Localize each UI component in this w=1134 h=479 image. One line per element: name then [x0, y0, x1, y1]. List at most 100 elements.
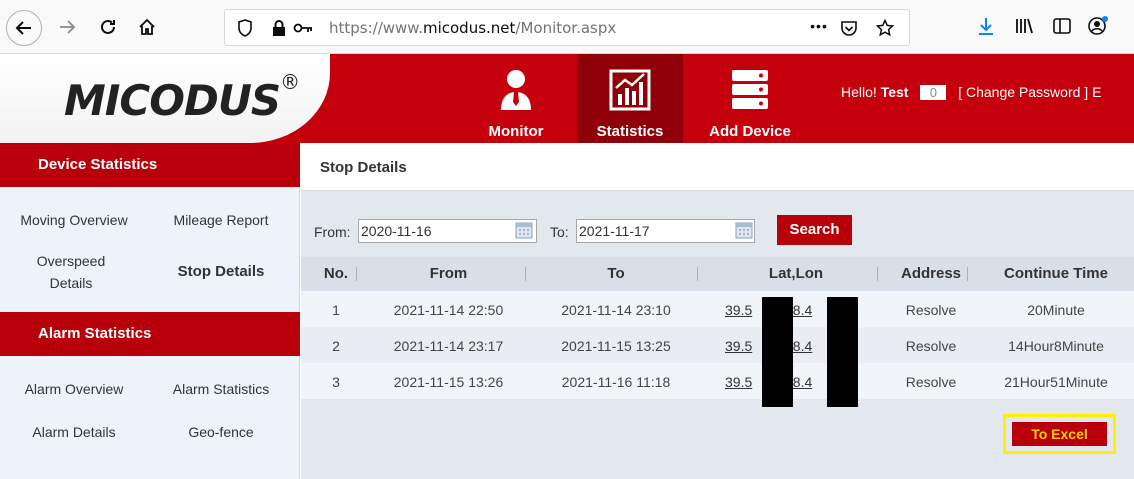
- user-greeting: Hello! Test 0 [ Change Password ] E: [841, 84, 1101, 100]
- column-header-latlon[interactable]: Lat,Lon: [701, 265, 891, 282]
- download-icon[interactable]: [974, 14, 998, 38]
- key-icon[interactable]: [291, 16, 315, 40]
- sidebar-toggle-icon[interactable]: [1050, 14, 1074, 38]
- sidebar-item-alarm-overview[interactable]: Alarm Overview: [10, 378, 138, 400]
- column-divider: [525, 267, 526, 281]
- pocket-icon[interactable]: [837, 16, 861, 40]
- micodus-logo[interactable]: MICODUS®: [64, 70, 300, 125]
- panel-title-bar: Stop Details: [301, 143, 1134, 191]
- sidebar-item-overspeed-details[interactable]: Overspeed Details: [16, 250, 126, 294]
- column-divider: [697, 267, 698, 281]
- nav-statistics[interactable]: Statistics: [577, 54, 683, 143]
- page-actions-icon[interactable]: •••: [807, 14, 831, 38]
- page-title: Stop Details: [320, 159, 407, 176]
- cell-no: 3: [332, 374, 340, 390]
- cell-from: 2021-11-14 23:17: [393, 338, 504, 354]
- cell-no: 2: [332, 338, 340, 354]
- cell-address-resolve[interactable]: Resolve: [891, 338, 971, 354]
- cell-lat: 39.5: [725, 338, 753, 354]
- export-highlight: To Excel: [1003, 414, 1116, 454]
- to-label: To:: [550, 224, 569, 240]
- cell-to: 2021-11-15 13:25: [561, 338, 671, 354]
- url-domain: micodus.net: [422, 19, 516, 37]
- account-icon[interactable]: [1086, 14, 1110, 38]
- server-icon: [732, 70, 768, 109]
- browser-toolbar: https://www.micodus.net/Monitor.aspx •••: [0, 0, 1134, 54]
- sidebar-item-alarm-statistics[interactable]: Alarm Statistics: [156, 378, 286, 400]
- cell-lat: 39.5: [725, 302, 753, 318]
- cell-no: 1: [332, 302, 340, 318]
- table-row[interactable]: 2 2021-11-14 23:17 2021-11-15 13:25 39.5…: [301, 327, 1134, 363]
- stop-details-panel: From: 2020-11-16 To: 2021-11-17 Search N…: [301, 191, 1134, 479]
- column-header-continue-time[interactable]: Continue Time: [981, 265, 1131, 282]
- to-date-input[interactable]: 2021-11-17: [576, 219, 755, 243]
- reload-button[interactable]: [93, 12, 123, 42]
- column-divider: [356, 267, 357, 281]
- url-prefix: https://www.: [329, 19, 423, 37]
- library-icon[interactable]: [1012, 14, 1036, 38]
- arrow-right-icon: [60, 20, 76, 34]
- column-header-from[interactable]: From: [371, 265, 526, 282]
- logo-registered-mark: ®: [280, 70, 300, 94]
- alarm-statistics-header[interactable]: Alarm Statistics: [0, 312, 300, 356]
- table-row[interactable]: 3 2021-11-15 13:26 2021-11-16 11:18 39.5…: [301, 363, 1134, 399]
- app-header: MICODUS® Monitor Statistics Add Device H…: [0, 54, 1134, 143]
- person-icon: [501, 70, 531, 110]
- logo-area: MICODUS®: [0, 54, 330, 143]
- sidebar: Device Statistics Moving Overview Mileag…: [0, 143, 300, 479]
- lock-icon[interactable]: [267, 16, 291, 40]
- from-label: From:: [314, 224, 351, 240]
- sidebar-item-stop-details[interactable]: Stop Details: [158, 261, 284, 283]
- cell-address-resolve[interactable]: Resolve: [891, 374, 971, 390]
- logo-text: MICODUS: [64, 76, 281, 125]
- nav-add-device-label: Add Device: [709, 123, 791, 140]
- sidebar-item-moving-overview[interactable]: Moving Overview: [10, 209, 138, 231]
- cell-lat: 39.5: [725, 374, 753, 390]
- address-bar[interactable]: https://www.micodus.net/Monitor.aspx •••: [224, 9, 910, 46]
- chart-icon: [609, 69, 651, 111]
- sidebar-item-alarm-details[interactable]: Alarm Details: [10, 421, 138, 443]
- url-text: https://www.micodus.net/Monitor.aspx: [329, 19, 616, 37]
- column-divider: [877, 267, 878, 281]
- search-button[interactable]: Search: [777, 215, 852, 245]
- forward-button[interactable]: [52, 12, 82, 42]
- nav-monitor-label: Monitor: [488, 123, 544, 140]
- cell-continue-time: 14Hour8Minute: [1008, 338, 1104, 354]
- redaction-box: [827, 297, 858, 407]
- bookmark-star-icon[interactable]: [873, 16, 897, 40]
- message-count-badge[interactable]: 0: [920, 85, 947, 100]
- calendar-icon[interactable]: [515, 221, 533, 239]
- calendar-icon[interactable]: [735, 221, 753, 239]
- redaction-box: [762, 297, 793, 407]
- sidebar-item-geo-fence[interactable]: Geo-fence: [156, 421, 286, 443]
- cell-continue-time: 21Hour51Minute: [1004, 374, 1108, 390]
- table-row[interactable]: 1 2021-11-14 22:50 2021-11-14 23:10 39.5…: [301, 291, 1134, 327]
- reload-icon: [101, 19, 115, 34]
- shield-icon[interactable]: [233, 16, 257, 40]
- cell-to: 2021-11-14 23:10: [561, 302, 671, 318]
- to-excel-button[interactable]: To Excel: [1012, 422, 1107, 446]
- table-header: No. From To Lat,Lon Address Continue Tim…: [301, 257, 1134, 291]
- home-button[interactable]: [132, 12, 162, 42]
- column-header-address[interactable]: Address: [891, 265, 971, 282]
- change-password-link[interactable]: [ Change Password ]: [958, 84, 1088, 100]
- device-statistics-header[interactable]: Device Statistics: [0, 143, 300, 187]
- column-divider: [967, 267, 968, 281]
- sidebar-item-mileage-report[interactable]: Mileage Report: [158, 209, 284, 231]
- cell-from: 2021-11-14 22:50: [393, 302, 504, 318]
- column-header-no[interactable]: No.: [301, 265, 371, 282]
- from-date-input[interactable]: 2020-11-16: [358, 219, 537, 243]
- url-path: /Monitor.aspx: [515, 19, 617, 37]
- nav-monitor[interactable]: Monitor: [466, 54, 566, 143]
- arrow-left-icon: [15, 21, 31, 35]
- username: Test: [880, 84, 909, 100]
- cell-to: 2021-11-16 11:18: [561, 374, 671, 390]
- truncated-link[interactable]: E: [1092, 84, 1101, 100]
- cell-continue-time: 20Minute: [1027, 302, 1085, 318]
- cell-address-resolve[interactable]: Resolve: [891, 302, 971, 318]
- column-header-to[interactable]: To: [531, 265, 701, 282]
- back-button[interactable]: [6, 10, 42, 46]
- cell-from: 2021-11-15 13:26: [393, 374, 504, 390]
- nav-add-device[interactable]: Add Device: [700, 54, 800, 143]
- nav-statistics-label: Statistics: [596, 123, 664, 140]
